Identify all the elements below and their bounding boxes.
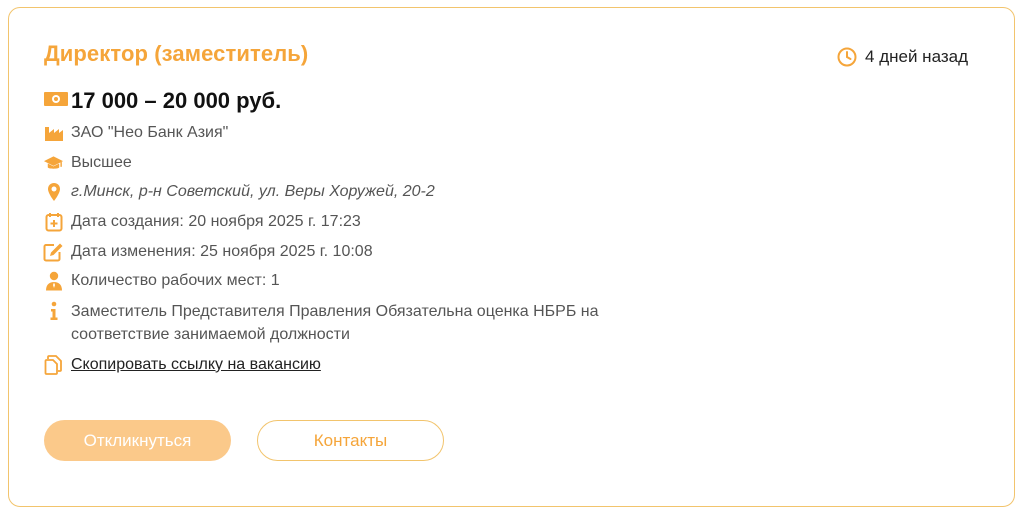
copy-link-row[interactable]: Скопировать ссылку на вакансию bbox=[43, 354, 663, 376]
info-icon bbox=[43, 300, 64, 322]
edit-icon bbox=[43, 241, 64, 263]
vacancy-details: ЗАО "Нео Банк Азия" Высшее г.Минск, р-н … bbox=[43, 122, 663, 384]
description: Заместитель Представителя Правления Обяз… bbox=[71, 303, 599, 344]
created-date: Дата создания: 20 ноября 2025 г. 17:23 bbox=[71, 213, 361, 231]
copy-icon[interactable] bbox=[43, 354, 64, 376]
address-row: г.Минск, р-н Советский, ул. Веры Хоружей… bbox=[43, 181, 663, 203]
company-name: ЗАО "Нео Банк Азия" bbox=[71, 124, 229, 141]
contacts-button[interactable]: Контакты bbox=[257, 420, 444, 461]
address: г.Минск, р-н Советский, ул. Веры Хоружей… bbox=[71, 183, 435, 201]
posted-date: 4 дней назад bbox=[837, 47, 968, 67]
copy-link[interactable]: Скопировать ссылку на вакансию bbox=[71, 354, 321, 376]
factory-icon bbox=[43, 122, 64, 144]
clock-icon bbox=[837, 47, 857, 67]
graduation-cap-icon bbox=[43, 152, 64, 174]
workplaces-row: Количество рабочих мест: 1 bbox=[43, 270, 663, 292]
salary-amount: 17 000 – 20 000 руб. bbox=[71, 88, 282, 113]
education-row: Высшее bbox=[43, 152, 663, 174]
posted-date-label: 4 дней назад bbox=[865, 47, 968, 66]
person-icon bbox=[43, 270, 64, 292]
money-icon bbox=[43, 90, 69, 113]
location-pin-icon bbox=[43, 181, 64, 203]
vacancy-title[interactable]: Директор (заместитель) bbox=[44, 41, 308, 67]
education-level: Высшее bbox=[71, 153, 132, 171]
updated-date: Дата изменения: 25 ноября 2025 г. 10:08 bbox=[71, 242, 373, 260]
salary: 17 000 – 20 000 руб. bbox=[43, 88, 281, 114]
created-row: Дата создания: 20 ноября 2025 г. 17:23 bbox=[43, 211, 663, 233]
updated-row: Дата изменения: 25 ноября 2025 г. 10:08 bbox=[43, 241, 663, 263]
calendar-plus-icon bbox=[43, 211, 64, 233]
company-row: ЗАО "Нео Банк Азия" bbox=[43, 122, 663, 144]
workplaces-count: Количество рабочих мест: 1 bbox=[71, 272, 280, 290]
respond-button[interactable]: Откликнуться bbox=[44, 420, 231, 461]
vacancy-card: Директор (заместитель) 4 дней назад 17 0… bbox=[8, 7, 1015, 507]
description-row: Заместитель Представителя Правления Обяз… bbox=[43, 300, 663, 346]
